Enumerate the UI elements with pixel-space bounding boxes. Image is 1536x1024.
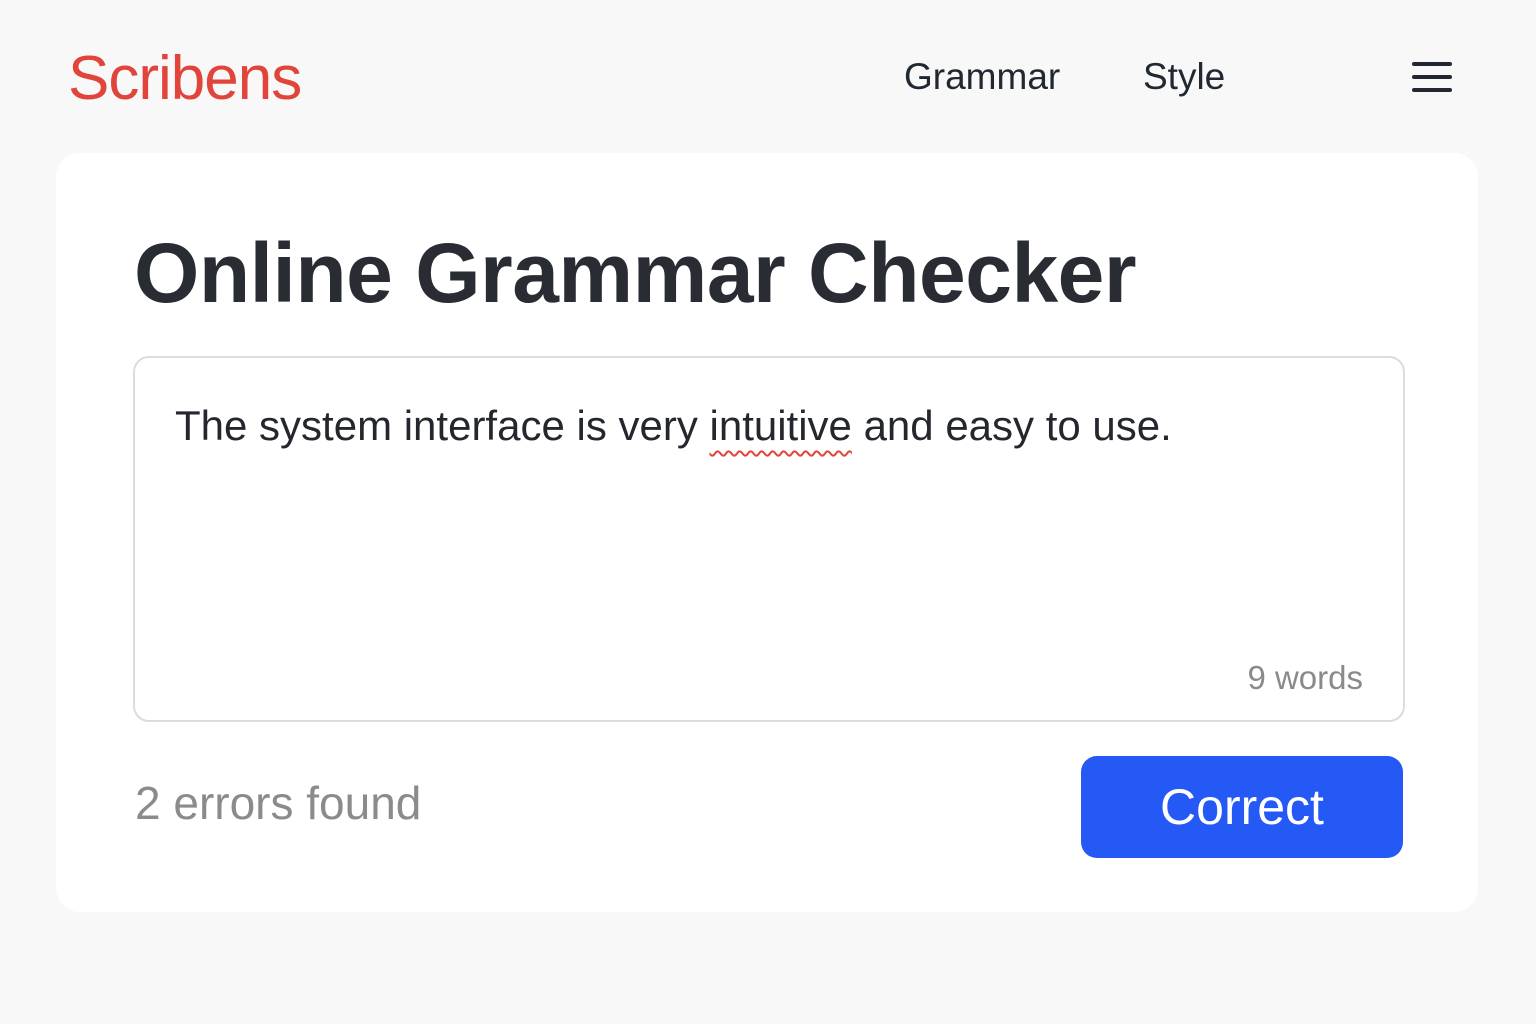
correct-button[interactable]: Correct — [1081, 756, 1403, 858]
word-count: 9 words — [1247, 659, 1363, 696]
editor-content[interactable]: The system interface is very intuitive a… — [175, 398, 1172, 454]
page-title: Online Grammar Checker — [134, 226, 1137, 320]
editor-text-before: The system interface is very — [175, 402, 710, 449]
error-count-status: 2 errors found — [135, 777, 422, 829]
site-header: Scribens Grammar Style — [0, 0, 1536, 150]
scribens-logo[interactable]: Scribens — [68, 42, 302, 116]
grammar-checker-card: Online Grammar Checker The system interf… — [56, 153, 1478, 912]
text-editor[interactable]: The system interface is very intuitive a… — [133, 356, 1405, 722]
flagged-word-intuitive[interactable]: intuitive — [710, 402, 852, 449]
editor-text-after: and easy to use. — [851, 402, 1172, 449]
hamburger-menu-icon-graphic — [1412, 62, 1452, 92]
nav-link-grammar[interactable]: Grammar — [904, 54, 1060, 100]
nav-link-style[interactable]: Style — [1143, 54, 1225, 100]
hamburger-menu-icon[interactable] — [1410, 58, 1454, 96]
